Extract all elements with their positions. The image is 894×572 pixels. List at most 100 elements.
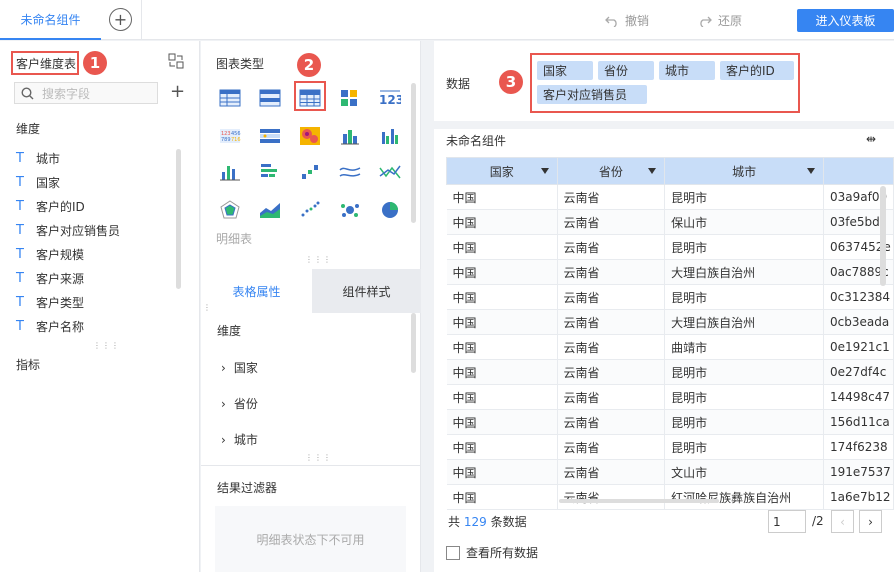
search-field-input[interactable]: 搜索字段: [14, 82, 158, 104]
table-row: 中国 云南省 文山市 191e7537: [446, 459, 894, 485]
sort-caret-icon[interactable]: [540, 168, 549, 174]
number-table-icon[interactable]: 123 456789 716: [219, 126, 241, 146]
column-header-country[interactable]: 国家: [446, 157, 558, 185]
undo-button[interactable]: 撤销: [605, 12, 649, 29]
svg-text:789: 789: [221, 137, 231, 143]
field-item[interactable]: T 客户的ID: [16, 198, 85, 215]
cross-table-icon[interactable]: [259, 88, 281, 108]
table-row: 中国 云南省 昆明市 174f6238: [446, 434, 894, 460]
column-chart-icon[interactable]: [219, 162, 241, 182]
resize-handle[interactable]: ⋮⋮⋮: [305, 255, 332, 264]
stacked-bar-icon[interactable]: [339, 126, 361, 146]
table-cell: 14498c47: [823, 384, 894, 410]
table-cell: 昆明市: [664, 234, 824, 260]
heatmap-icon[interactable]: [299, 126, 321, 146]
field-item[interactable]: T 客户对应销售员: [16, 222, 120, 239]
page-total: /2: [812, 514, 824, 528]
grouped-bar-icon[interactable]: [379, 126, 401, 146]
dimension-item[interactable]: › 城市: [221, 431, 258, 448]
undo-icon: [605, 16, 617, 27]
table-row: 中国 云南省 昆明市 156d11ca: [446, 409, 894, 435]
show-all-data-checkbox[interactable]: 查看所有数据: [446, 544, 538, 561]
preview-panel: 数据 国家 省份 城市 客户的ID 客户对应销售员 未命名组件 ⇹ 国家 省份 …: [434, 41, 894, 572]
field-list-scrollbar[interactable]: [176, 149, 181, 289]
scatter-chart-icon[interactable]: [299, 200, 321, 220]
result-filter-label: 结果过滤器: [217, 481, 278, 495]
enter-dashboard-button[interactable]: 进入仪表板: [797, 9, 894, 32]
annotation-box-1: [11, 51, 79, 75]
redo-button[interactable]: 还原: [698, 12, 742, 29]
detail-table: 国家 省份 城市 中国 云南省 昆明市 03a9af09 中国 云南省 保山市 03fe5b…: [446, 157, 894, 510]
table-cell: 中国: [446, 459, 558, 485]
field-item[interactable]: T 客户名称: [16, 318, 84, 335]
search-placeholder: 搜索字段: [42, 86, 91, 101]
bar-chart-icon[interactable]: [259, 162, 281, 182]
dimension-item[interactable]: › 省份: [221, 395, 258, 412]
line-chart-icon[interactable]: [339, 162, 361, 182]
column-header-city[interactable]: 城市: [664, 157, 824, 185]
next-page-button[interactable]: ›: [859, 510, 882, 533]
grouped-table-icon[interactable]: [219, 88, 241, 108]
sort-caret-icon[interactable]: [648, 168, 657, 174]
field-panel: 客户维度表 搜索字段 + 维度 T 城市 T 国家 T 客户的ID T 客户对应销售员 …: [0, 41, 200, 572]
chevron-right-icon: ›: [868, 514, 873, 529]
bubble-chart-icon[interactable]: [339, 200, 361, 220]
text-type-icon: T: [16, 319, 24, 334]
column-header-province[interactable]: 省份: [556, 157, 666, 185]
tab-component-style[interactable]: 组件样式: [312, 269, 421, 313]
prev-page-button[interactable]: ‹: [831, 510, 854, 533]
table-cell: 红河哈尼族彝族自治州: [664, 484, 824, 510]
table-cell: 云南省: [557, 334, 666, 360]
field-item[interactable]: T 客户规模: [16, 246, 84, 263]
dimension-item[interactable]: › 国家: [221, 359, 258, 376]
annotation-box-2: [294, 81, 326, 111]
add-tab-icon[interactable]: +: [109, 8, 132, 31]
add-field-icon[interactable]: +: [170, 82, 185, 102]
expand-width-icon[interactable]: ⇹: [866, 132, 876, 146]
chart-type-scrollbar[interactable]: [411, 83, 416, 223]
field-label: 客户的ID: [36, 200, 85, 214]
table-cell: 云南省: [557, 184, 666, 210]
table-cell: 云南省: [557, 209, 666, 235]
table-cell: 191e7537: [823, 459, 894, 485]
redo-icon: [700, 16, 712, 27]
top-bar: 未命名组件 + 撤销 还原 进入仪表板: [0, 0, 894, 40]
table-cell: 中国: [446, 384, 558, 410]
radar-chart-icon[interactable]: [219, 200, 241, 220]
checkbox[interactable]: [446, 545, 460, 560]
undo-label: 撤销: [625, 14, 650, 28]
pie-chart-icon[interactable]: [379, 200, 401, 220]
chevron-right-icon: ›: [221, 432, 226, 447]
field-item[interactable]: T 客户来源: [16, 270, 84, 287]
cell-table-icon[interactable]: [259, 126, 281, 146]
field-item[interactable]: T 国家: [16, 174, 60, 191]
tab-table-properties[interactable]: 表格属性: [201, 269, 312, 313]
switch-dataset-icon[interactable]: [168, 53, 184, 69]
area-chart-icon[interactable]: [259, 200, 281, 220]
chevron-right-icon: ›: [221, 360, 226, 375]
kpi-number-icon[interactable]: 123: [379, 88, 401, 108]
column-header-customer-id[interactable]: [822, 157, 894, 185]
field-label: 城市: [36, 152, 61, 166]
polyline-chart-icon[interactable]: [379, 162, 401, 182]
table-vertical-scrollbar[interactable]: [880, 186, 886, 286]
sort-caret-icon[interactable]: [806, 168, 815, 174]
color-table-icon[interactable]: [339, 88, 361, 108]
resize-handle[interactable]: ⋮: [203, 303, 212, 312]
table-cell: 昆明市: [664, 434, 824, 460]
resize-handle[interactable]: ⋮⋮⋮: [305, 453, 332, 462]
svg-text:716: 716: [231, 137, 241, 143]
svg-text:123: 123: [379, 93, 401, 107]
table-cell: 中国: [446, 209, 558, 235]
table-row: 中国 云南省 大理白族自治州 0ac7889c: [446, 259, 894, 285]
field-item[interactable]: T 城市: [16, 150, 60, 167]
table-row: 中国 云南省 昆明市 0637452e: [446, 234, 894, 260]
page-number-input[interactable]: 1: [768, 510, 806, 533]
waterfall-icon[interactable]: [299, 162, 321, 182]
tab-unnamed-component[interactable]: 未命名组件: [0, 0, 101, 40]
field-item[interactable]: T 客户类型: [16, 294, 84, 311]
table-cell: 0e27df4c: [823, 359, 894, 385]
table-horizontal-scrollbar[interactable]: [559, 499, 719, 503]
dimension-scrollbar[interactable]: [411, 313, 416, 373]
resize-handle[interactable]: ⋮⋮⋮: [93, 341, 120, 350]
